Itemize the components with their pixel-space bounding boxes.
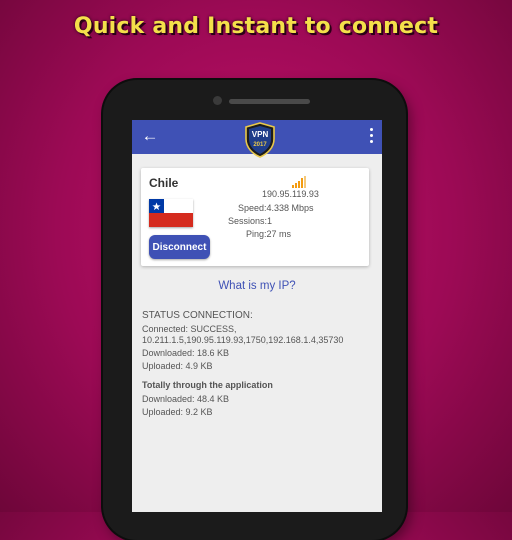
total-uploaded: Uploaded: 9.2 KB: [142, 407, 213, 417]
logo-vpn-text: VPN: [252, 130, 269, 139]
overflow-menu-icon[interactable]: [366, 128, 376, 146]
headline: Quick and Instant to connect: [73, 14, 439, 39]
what-is-my-ip-link[interactable]: What is my IP?: [132, 280, 382, 292]
session-uploaded: Uploaded: 4.9 KB: [142, 361, 213, 371]
phone-speaker: [229, 99, 310, 104]
country-name: Chile: [149, 176, 179, 190]
app-bar: ← VPN 2017: [132, 120, 382, 158]
server-card: Chile Disconnect 190.95.119.93 Speed:4.3…: [141, 168, 369, 266]
connection-details: 10.211.1.5,190.95.119.93,1750,192.168.1.…: [142, 335, 344, 345]
speed-value: Speed:4.338 Mbps: [238, 203, 314, 213]
status-heading: STATUS CONNECTION:: [142, 310, 253, 321]
back-arrow-icon[interactable]: ←: [140, 126, 160, 146]
server-ip: 190.95.119.93: [262, 189, 319, 199]
vpn-shield-logo: VPN 2017: [245, 122, 275, 158]
sessions-value: Sessions:1: [228, 216, 273, 226]
session-downloaded: Downloaded: 18.6 KB: [142, 348, 230, 358]
front-camera: [213, 96, 222, 105]
disconnect-button[interactable]: Disconnect: [149, 235, 210, 259]
signal-strength-icon: [292, 176, 306, 188]
logo-year-text: 2017: [253, 142, 267, 148]
phone-screen: ← VPN 2017 Chile Disconnect 190.95.119.9…: [132, 120, 382, 512]
total-heading: Totally through the application: [142, 380, 273, 390]
connected-status: Connected: SUCCESS,: [142, 324, 237, 334]
ping-value: Ping:27 ms: [246, 229, 292, 239]
chile-flag-icon: [149, 199, 193, 227]
total-downloaded: Downloaded: 48.4 KB: [142, 394, 230, 404]
